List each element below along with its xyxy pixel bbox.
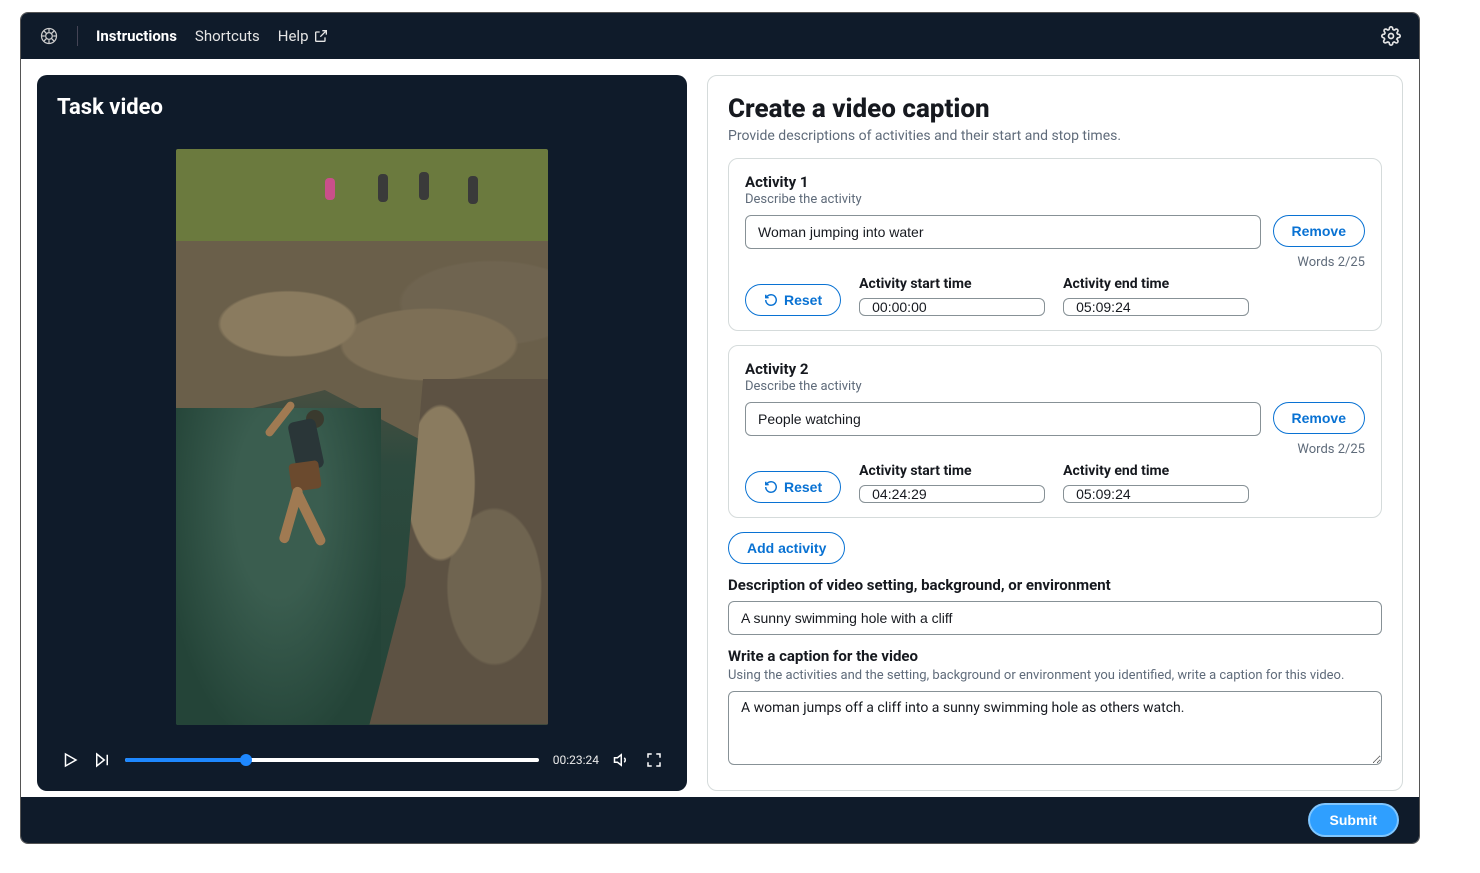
undo-icon bbox=[764, 293, 778, 307]
activity-title: Activity 1 bbox=[745, 173, 1365, 191]
gear-icon[interactable] bbox=[1381, 26, 1401, 46]
activity-card-2: Activity 2 Describe the activity Remove … bbox=[728, 345, 1382, 518]
remove-button[interactable]: Remove bbox=[1273, 215, 1365, 247]
nav-shortcuts[interactable]: Shortcuts bbox=[195, 27, 260, 45]
form-subtitle: Provide descriptions of activities and t… bbox=[728, 128, 1382, 144]
form-heading: Create a video caption bbox=[728, 94, 1382, 124]
setting-input[interactable] bbox=[728, 601, 1382, 635]
reset-label: Reset bbox=[784, 479, 822, 495]
form-panel: Create a video caption Provide descripti… bbox=[707, 75, 1403, 791]
fullscreen-icon[interactable] bbox=[645, 751, 663, 769]
setting-label: Description of video setting, background… bbox=[728, 576, 1382, 594]
start-time-label: Activity start time bbox=[859, 463, 1045, 479]
activity-hint: Describe the activity bbox=[745, 192, 1365, 207]
topbar: Instructions Shortcuts Help bbox=[21, 13, 1419, 59]
start-time-input[interactable] bbox=[859, 298, 1045, 316]
reset-button[interactable]: Reset bbox=[745, 471, 841, 503]
activity-hint: Describe the activity bbox=[745, 379, 1365, 394]
word-count: Words 2/25 bbox=[745, 255, 1365, 270]
remove-button[interactable]: Remove bbox=[1273, 402, 1365, 434]
add-activity-button[interactable]: Add activity bbox=[728, 532, 845, 564]
caption-textarea[interactable] bbox=[728, 691, 1382, 765]
external-link-icon bbox=[313, 28, 329, 44]
reset-button[interactable]: Reset bbox=[745, 284, 841, 316]
player-controls: 00:23:24 bbox=[57, 737, 667, 771]
video-title: Task video bbox=[57, 95, 667, 120]
volume-icon[interactable] bbox=[613, 751, 631, 769]
end-time-label: Activity end time bbox=[1063, 276, 1249, 292]
end-time-input[interactable] bbox=[1063, 298, 1249, 316]
activity-description-input[interactable] bbox=[745, 402, 1261, 436]
video-frame bbox=[57, 136, 667, 737]
caption-label: Write a caption for the video bbox=[728, 647, 1382, 665]
progress-thumb[interactable] bbox=[240, 754, 252, 766]
nav-help[interactable]: Help bbox=[278, 27, 329, 45]
caption-hint: Using the activities and the setting, ba… bbox=[728, 668, 1382, 683]
topbar-divider bbox=[77, 26, 78, 46]
submit-button[interactable]: Submit bbox=[1310, 805, 1397, 835]
start-time-label: Activity start time bbox=[859, 276, 1045, 292]
nav-help-label: Help bbox=[278, 27, 309, 45]
progress-bar[interactable] bbox=[125, 758, 539, 762]
start-time-input[interactable] bbox=[859, 485, 1045, 503]
end-time-input[interactable] bbox=[1063, 485, 1249, 503]
video-thumbnail[interactable] bbox=[176, 149, 548, 725]
play-icon[interactable] bbox=[61, 751, 79, 769]
content: Task video bbox=[21, 59, 1419, 797]
logo-icon bbox=[39, 26, 59, 46]
reset-label: Reset bbox=[784, 292, 822, 308]
undo-icon bbox=[764, 480, 778, 494]
word-count: Words 2/25 bbox=[745, 442, 1365, 457]
skip-forward-icon[interactable] bbox=[93, 751, 111, 769]
current-time: 00:23:24 bbox=[553, 753, 599, 767]
video-panel: Task video bbox=[37, 75, 687, 791]
app-frame: Instructions Shortcuts Help Task video bbox=[20, 12, 1420, 844]
activity-card-1: Activity 1 Describe the activity Remove … bbox=[728, 158, 1382, 331]
activity-title: Activity 2 bbox=[745, 360, 1365, 378]
activity-description-input[interactable] bbox=[745, 215, 1261, 249]
footer: Submit bbox=[21, 797, 1419, 843]
nav-instructions[interactable]: Instructions bbox=[96, 27, 177, 45]
progress-fill bbox=[125, 758, 245, 762]
end-time-label: Activity end time bbox=[1063, 463, 1249, 479]
